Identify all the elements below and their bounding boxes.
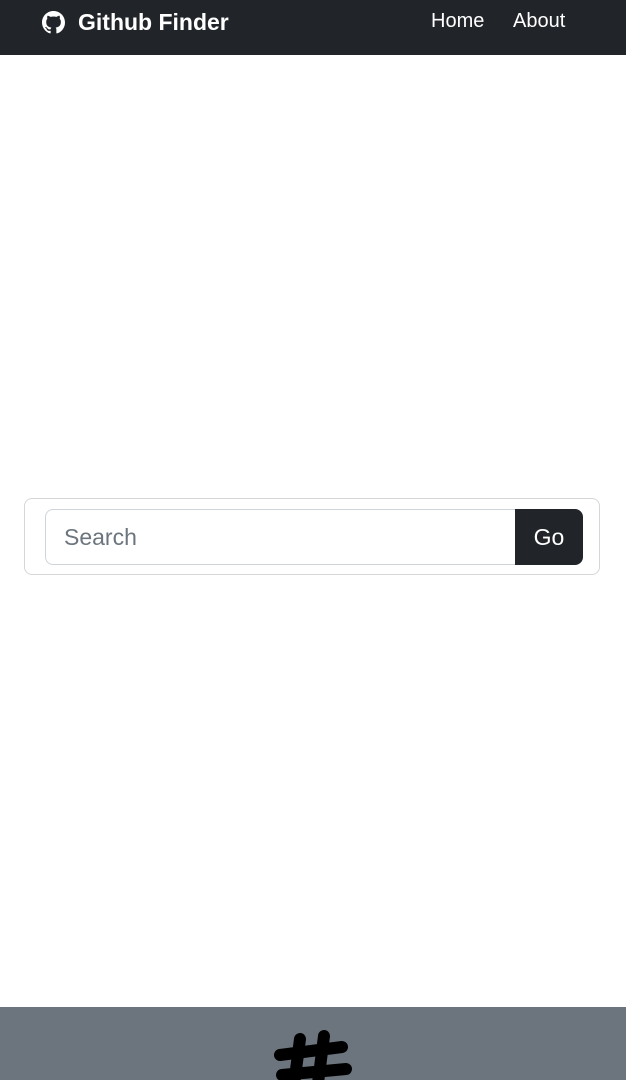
navbar: Github Finder Home About [0, 0, 626, 55]
go-button[interactable]: Go [515, 509, 583, 565]
github-icon [42, 10, 65, 33]
search-input[interactable] [45, 509, 517, 565]
brand-name: Github Finder [78, 9, 229, 35]
brand-link[interactable]: Github Finder [42, 9, 229, 35]
nav-link-home[interactable]: Home [431, 9, 484, 33]
footer [0, 1007, 626, 1080]
search-card: Go [24, 498, 600, 575]
slack-hash-logo-icon [274, 1030, 352, 1080]
nav-link-about[interactable]: About [513, 9, 565, 33]
